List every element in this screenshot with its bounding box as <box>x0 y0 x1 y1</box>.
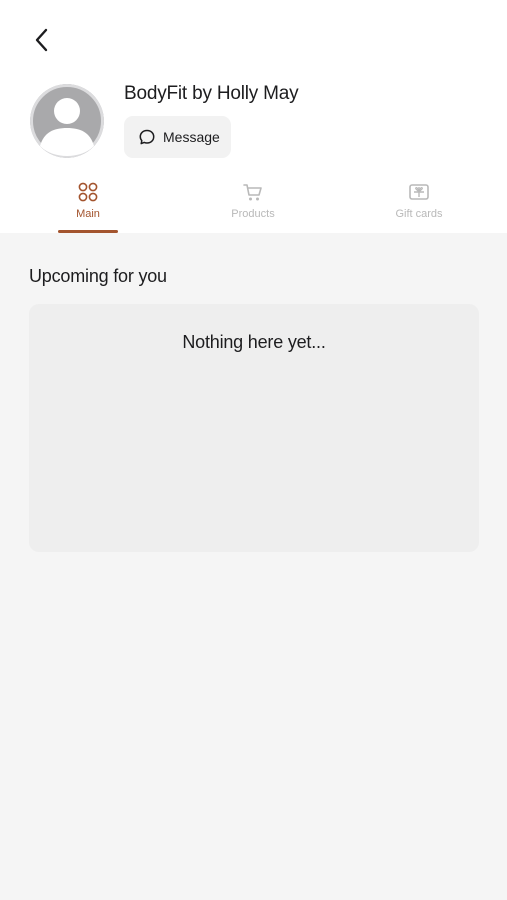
profile-header: BodyFit by Holly May Message Main Produc… <box>0 0 507 233</box>
message-button[interactable]: Message <box>124 116 231 158</box>
upcoming-empty-card: Nothing here yet... <box>29 304 479 552</box>
tab-main[interactable]: Main <box>28 181 148 233</box>
tab-gift-cards-label: Gift cards <box>395 208 443 220</box>
cart-icon <box>242 181 264 203</box>
active-tab-indicator <box>58 230 118 233</box>
back-button[interactable] <box>26 24 58 56</box>
user-placeholder-icon <box>30 84 104 158</box>
empty-state-text: Nothing here yet... <box>182 332 326 352</box>
tab-main-label: Main <box>76 208 100 220</box>
tab-gift-cards[interactable]: Gift cards <box>359 181 479 233</box>
tab-products-label: Products <box>231 208 275 220</box>
avatar <box>30 84 104 158</box>
chat-bubble-icon <box>138 128 156 146</box>
gift-card-icon <box>408 181 430 203</box>
tab-products[interactable]: Products <box>193 181 313 233</box>
grid-icon <box>77 181 99 203</box>
upcoming-title: Upcoming for you <box>29 266 167 286</box>
chevron-left-icon <box>35 28 48 52</box>
message-button-label: Message <box>163 129 220 145</box>
business-profile-screen: BodyFit by Holly May Message Main Produc… <box>0 0 507 900</box>
profile-name: BodyFit by Holly May <box>124 83 299 104</box>
